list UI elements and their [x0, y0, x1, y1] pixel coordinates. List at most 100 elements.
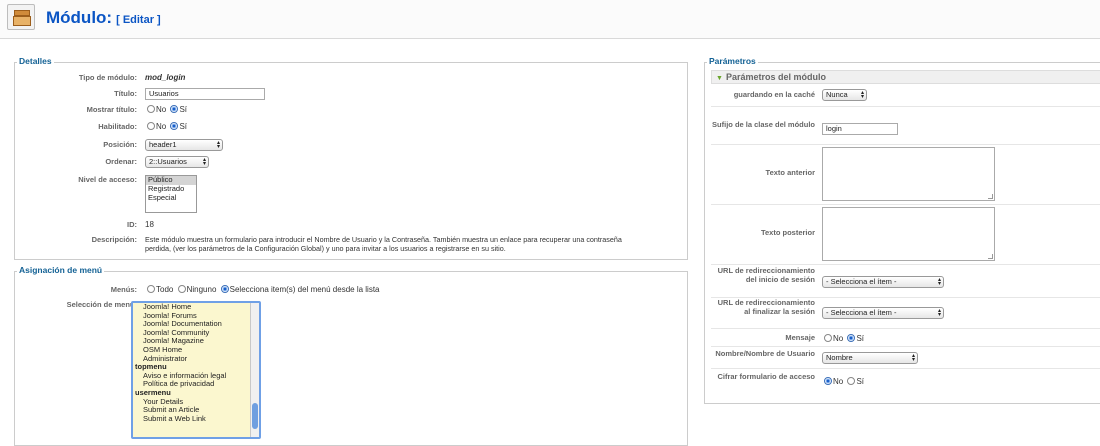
description-line-1: Este módulo muestra un formulario para i…: [145, 235, 622, 244]
select-arrows-icon: ▴ ▾: [937, 277, 941, 287]
select-arrows-icon: ▴ ▾: [860, 90, 864, 100]
menu-assignment-fieldset: Asignación de menú Menús: Todo Ninguno S…: [14, 265, 688, 446]
edit-label: [ Editar ]: [116, 14, 161, 26]
access-label: Nivel de acceso:: [78, 175, 137, 184]
position-select[interactable]: header1 ▴ ▾: [145, 139, 223, 151]
logout-redirect-row: URL de redireccionamiento al finalizar l…: [711, 298, 1100, 329]
show-title-no-label: No: [156, 105, 167, 114]
pretext-textarea[interactable]: [822, 147, 995, 201]
menu-selection-list[interactable]: Joomla! Home Joomla! Forums Joomla! Docume…: [131, 301, 261, 439]
cache-value: Nunca: [826, 90, 848, 99]
pretext-label: Texto anterior: [765, 168, 815, 177]
module-parameters-header[interactable]: ▼ Parámetros del módulo: [711, 70, 1100, 84]
details-legend: Detalles: [17, 56, 54, 66]
encrypt-yes-radio[interactable]: [847, 377, 856, 385]
name-label: Nombre/Nombre de Usuario: [715, 349, 815, 358]
encrypt-yes-label: Sí: [856, 377, 865, 386]
menus-all-radio[interactable]: [147, 285, 155, 293]
greeting-row: Mensaje No Sí: [711, 329, 1100, 347]
select-arrows-icon: ▴ ▾: [216, 140, 220, 150]
access-option[interactable]: Especial: [146, 193, 196, 203]
resize-grip-icon[interactable]: [988, 194, 993, 199]
menu-list-scrollbar[interactable]: [250, 303, 259, 437]
description-row: Descripción: Este módulo muestra un form…: [15, 235, 687, 257]
menu-selection-label: Selección de menú:: [66, 300, 137, 309]
cache-row: guardando en la caché Nunca ▴ ▾: [711, 85, 1100, 107]
cache-label: guardando en la caché: [733, 90, 815, 99]
encrypt-no-label: No: [833, 377, 844, 386]
scrollbar-thumb[interactable]: [252, 403, 258, 429]
select-arrows-icon: ▴ ▾: [937, 308, 941, 318]
expand-triangle-icon: ▼: [716, 75, 723, 82]
details-fieldset: Detalles Tipo de módulo: mod_login Títul…: [14, 56, 688, 260]
cache-select[interactable]: Nunca ▴ ▾: [822, 89, 867, 101]
encrypt-no-radio[interactable]: [824, 377, 832, 385]
position-row: Posición: header1 ▴ ▾: [15, 139, 687, 152]
suffix-row: Sufijo de la clase del módulo login: [711, 115, 1100, 145]
greeting-label: Mensaje: [785, 333, 815, 342]
order-select[interactable]: 2::Usuarios ▴ ▾: [145, 156, 209, 168]
id-label: ID:: [127, 220, 137, 229]
encrypt-row: Cifrar formulario de acceso No Sí: [711, 369, 1100, 393]
select-arrows-icon: ▴ ▾: [202, 157, 206, 167]
description-label: Descripción:: [91, 235, 137, 244]
id-row: ID: 18: [15, 220, 687, 231]
name-value: Nombre: [826, 353, 853, 362]
title-row: Título: Usuarios: [15, 88, 687, 101]
posttext-textarea[interactable]: [822, 207, 995, 261]
resize-grip-icon[interactable]: [988, 254, 993, 259]
title-input[interactable]: Usuarios: [145, 88, 265, 100]
enabled-yes-radio[interactable]: [170, 122, 179, 130]
enabled-label: Habilitado:: [98, 122, 137, 131]
menus-label: Menús:: [110, 285, 137, 294]
enabled-yes-label: Sí: [179, 122, 188, 131]
module-type-label: Tipo de módulo:: [78, 73, 137, 82]
menu-selection-row: Selección de menú: Joomla! Home Joomla! F…: [15, 300, 687, 440]
enabled-no-radio[interactable]: [147, 122, 155, 130]
toolbar-header: Módulo:[ Editar ]: [0, 0, 1100, 39]
suffix-label: Sufijo de la clase del módulo: [712, 120, 815, 129]
greeting-no-radio[interactable]: [824, 334, 832, 342]
menus-all-label: Todo: [156, 285, 174, 294]
enabled-no-label: No: [156, 122, 167, 131]
show-title-row: Mostrar título: No Sí: [15, 105, 687, 116]
page-title-text: Módulo:: [46, 8, 113, 27]
parameters-legend: Parámetros: [707, 56, 758, 66]
select-arrows-icon: ▴ ▾: [911, 353, 915, 363]
menus-none-label: Ninguno: [186, 285, 217, 294]
login-redirect-row: URL de redireccionamiento del inicio de …: [711, 266, 1100, 298]
menus-select-label: Selecciona item(s) del menú desde la lis…: [229, 285, 380, 294]
position-value: header1: [149, 140, 177, 149]
menu-option[interactable]: Submit a Web Link: [133, 414, 259, 424]
greeting-yes-radio[interactable]: [847, 334, 856, 342]
logout-redirect-select[interactable]: - Selecciona el ítem - ▴ ▾: [822, 307, 944, 319]
menus-select-radio[interactable]: [220, 285, 229, 293]
show-title-yes-radio[interactable]: [170, 105, 179, 113]
greeting-no-label: No: [833, 334, 844, 343]
suffix-input[interactable]: login: [822, 123, 898, 135]
access-row: Nivel de acceso: Público Registrado Espe…: [15, 175, 687, 213]
show-title-label: Mostrar título:: [86, 105, 137, 114]
name-select[interactable]: Nombre ▴ ▾: [822, 352, 918, 364]
module-type-value: mod_login: [145, 73, 186, 82]
order-value: 2::Usuarios: [149, 157, 187, 166]
menus-none-radio[interactable]: [177, 285, 186, 293]
posttext-label: Texto posterior: [760, 228, 815, 237]
module-parameters-title: Parámetros del módulo: [725, 72, 826, 82]
show-title-no-radio[interactable]: [147, 105, 155, 113]
encrypt-label: Cifrar formulario de acceso: [717, 372, 815, 381]
module-icon: [7, 4, 35, 30]
logout-redirect-value: - Selecciona el ítem -: [826, 308, 897, 317]
order-label: Ordenar:: [105, 157, 137, 166]
login-redirect-value: - Selecciona el ítem -: [826, 277, 897, 286]
access-listbox[interactable]: Público Registrado Especial: [145, 175, 197, 213]
enabled-row: Habilitado: No Sí: [15, 122, 687, 133]
description-line-2: perdida, (ver los parámetros de la Confi…: [145, 244, 506, 253]
position-label: Posición:: [103, 140, 137, 149]
show-title-yes-label: Sí: [179, 105, 188, 114]
login-redirect-select[interactable]: - Selecciona el ítem - ▴ ▾: [822, 276, 944, 288]
order-row: Ordenar: 2::Usuarios ▴ ▾: [15, 156, 687, 169]
login-redirect-label: URL de redireccionamiento del inicio de …: [717, 266, 815, 284]
logout-redirect-label: URL de redireccionamiento al finalizar l…: [717, 298, 815, 316]
menus-row: Menús: Todo Ninguno Selecciona item(s) d…: [15, 285, 687, 296]
